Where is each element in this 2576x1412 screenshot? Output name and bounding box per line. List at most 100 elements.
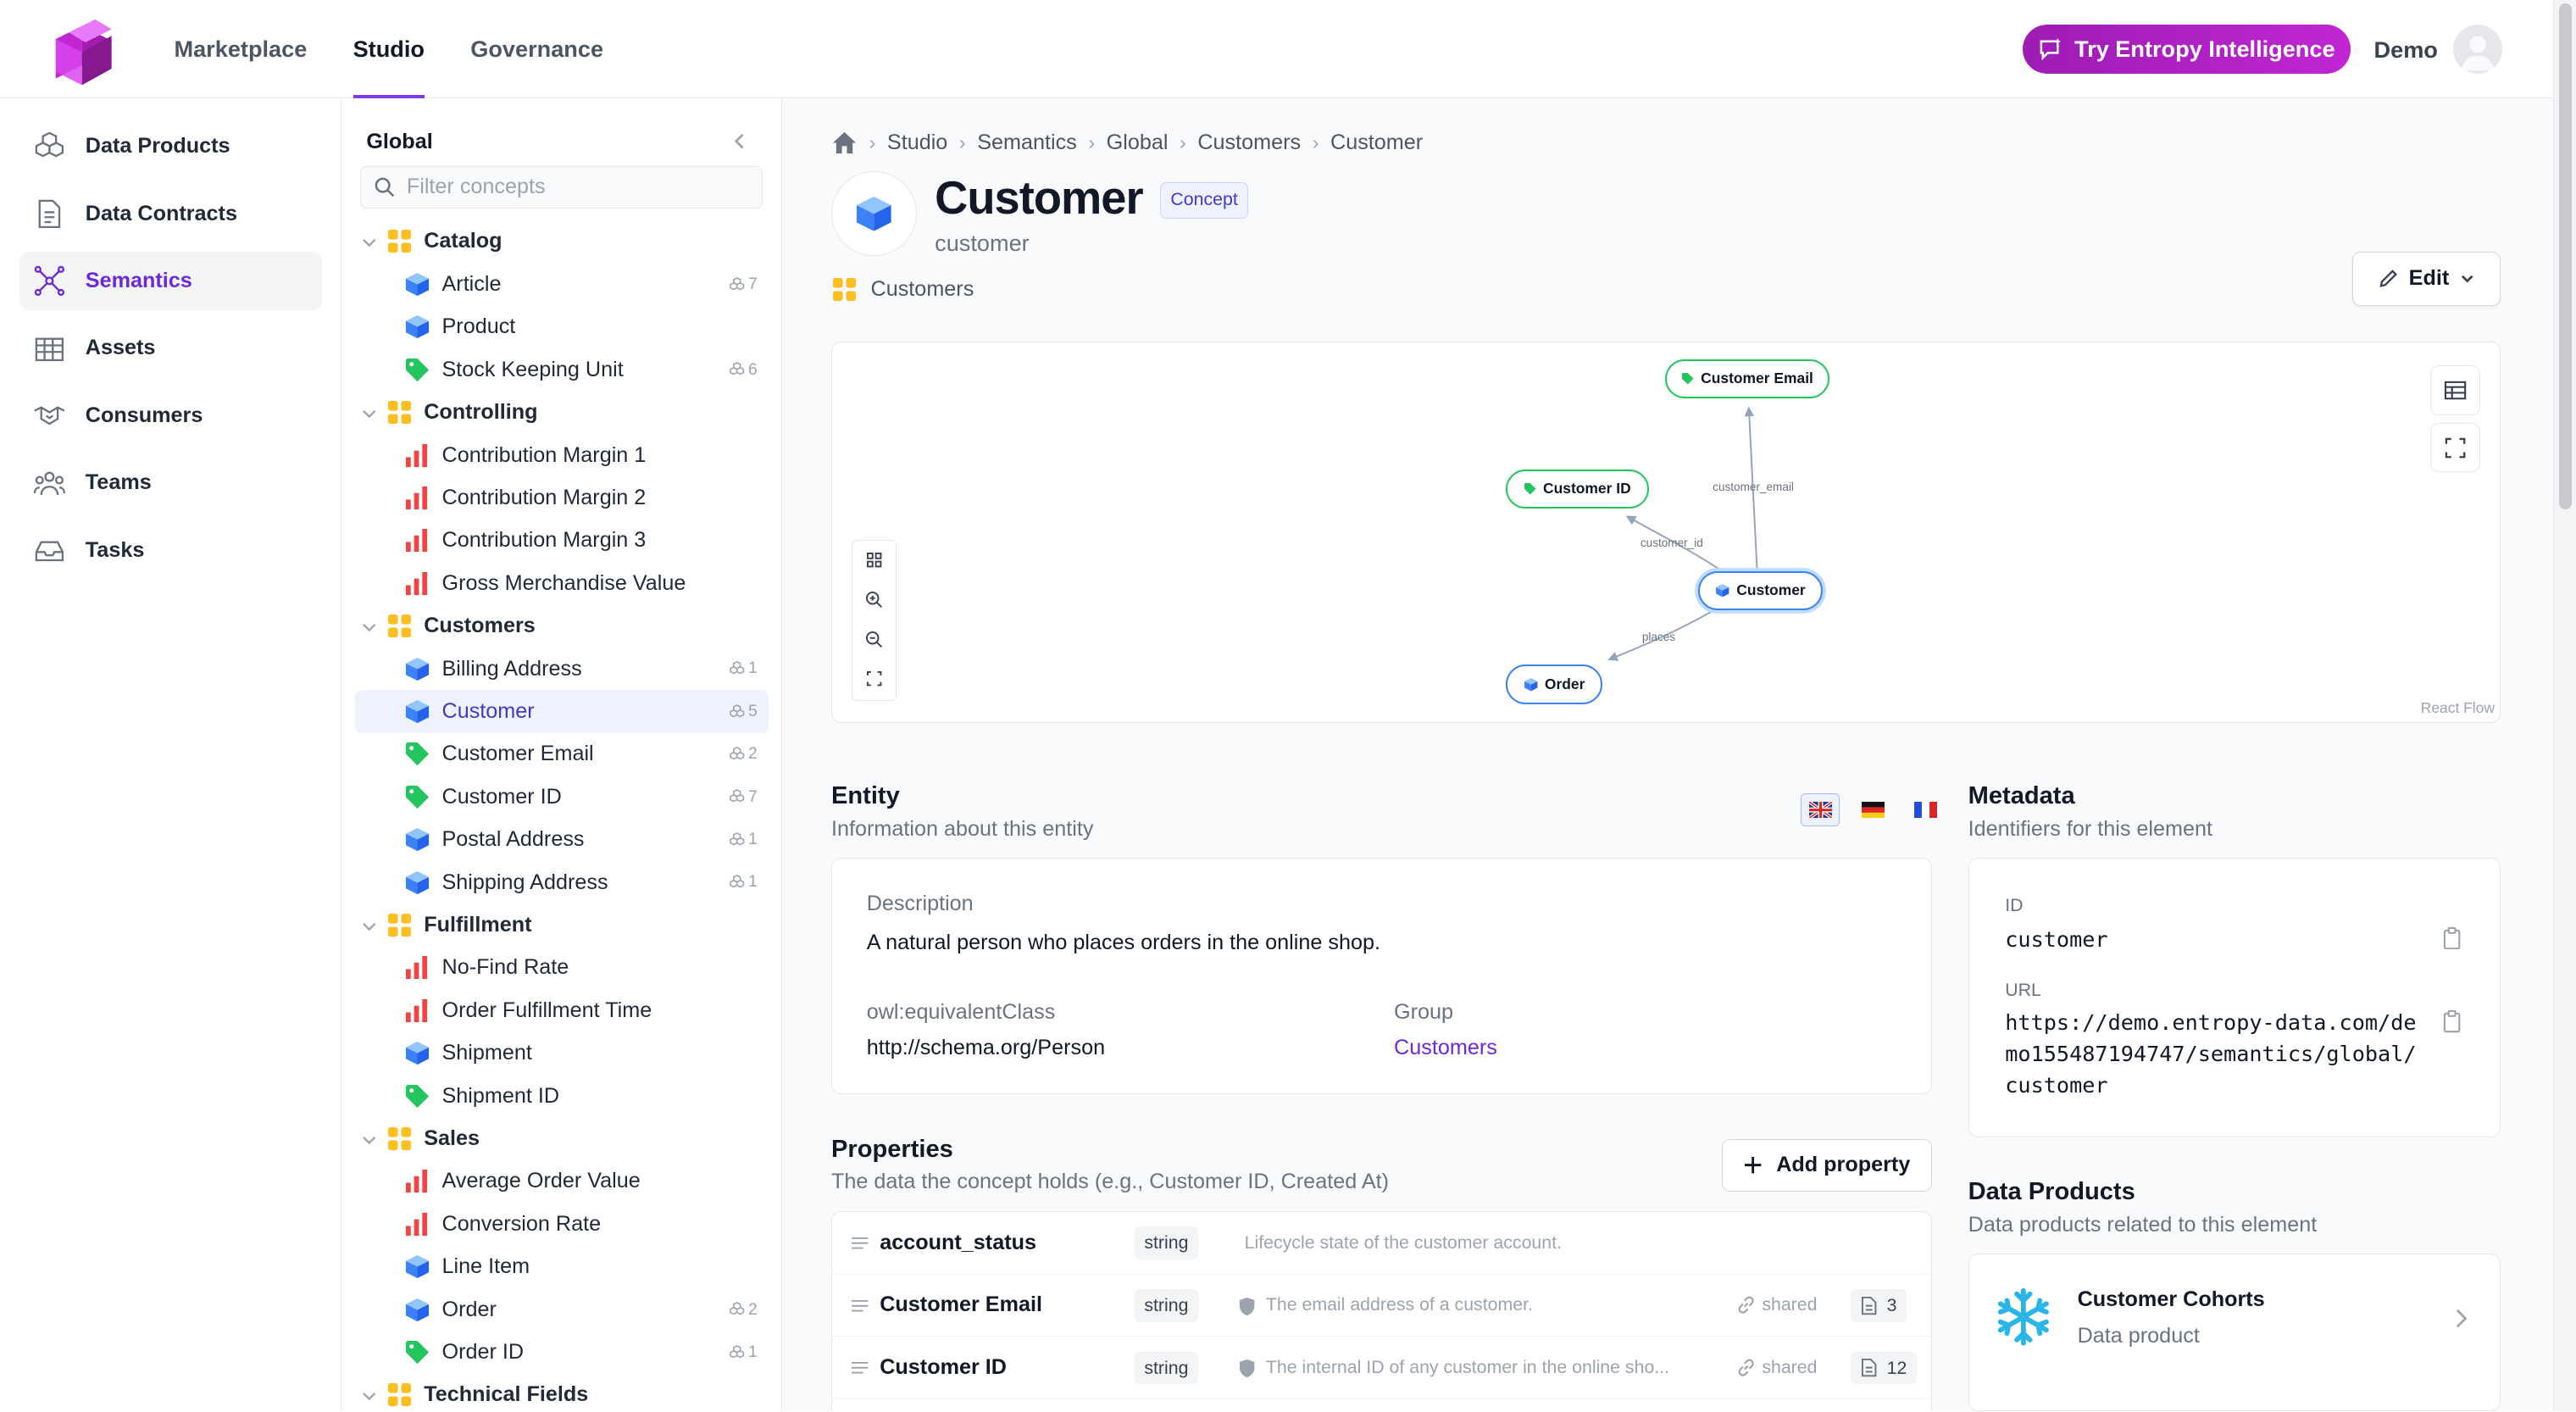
tree-item-shipment[interactable]: Shipment	[341, 1032, 782, 1075]
table-view-button[interactable]	[2430, 365, 2480, 415]
tab-governance[interactable]: Governance	[447, 0, 626, 98]
tree-item-contribution-margin-2[interactable]: Contribution Margin 2	[341, 476, 782, 519]
property-row[interactable]: Customer ID string The internal ID of an…	[832, 1337, 1931, 1399]
language-de-button[interactable]	[1853, 793, 1893, 826]
chevron-down-icon[interactable]	[362, 620, 376, 634]
tree-item-average-order-value[interactable]: Average Order Value	[341, 1160, 782, 1203]
drag-lines-icon[interactable]	[852, 1299, 869, 1313]
zoom-in-button[interactable]	[852, 580, 895, 620]
chevron-down-icon[interactable]	[362, 1388, 376, 1403]
tree-item-contribution-margin-3[interactable]: Contribution Margin 3	[341, 520, 782, 562]
fit-view-button[interactable]	[852, 659, 895, 698]
graph-node-customer[interactable]: Customer	[1697, 570, 1824, 611]
tree-item-conversion-rate[interactable]: Conversion Rate	[341, 1203, 782, 1245]
copy-icon[interactable]	[2442, 926, 2462, 949]
tree-item-shipment-id[interactable]: Shipment ID	[341, 1075, 782, 1117]
fullscreen-button[interactable]	[2430, 423, 2480, 473]
graph-node-order[interactable]: Order	[1505, 664, 1603, 704]
tree-group-fulfillment[interactable]: Fulfillment	[341, 903, 782, 946]
sidebar-item-data-products[interactable]: Data Products	[19, 117, 322, 176]
scrollbar-thumb[interactable]	[2558, 3, 2573, 510]
chevron-down-icon[interactable]	[362, 406, 376, 420]
equivalent-class-value[interactable]: http://schema.org/Person	[867, 1036, 1105, 1060]
sidebar-item-tasks[interactable]: Tasks	[19, 521, 322, 581]
sidebar-item-assets[interactable]: Assets	[19, 319, 322, 378]
tree-item-stock-keeping-unit[interactable]: Stock Keeping Unit 6	[341, 348, 782, 391]
graph-node-customer-id[interactable]: Customer ID	[1505, 469, 1649, 509]
copy-icon[interactable]	[2442, 1009, 2462, 1033]
zoom-out-button[interactable]	[852, 620, 895, 659]
filter-concepts-input[interactable]: Filter concepts	[359, 165, 763, 209]
attribute-tag-icon	[405, 358, 429, 381]
concept-graph[interactable]: Customer Email Customer ID Customer Orde…	[831, 342, 2501, 724]
try-entropy-intelligence-button[interactable]: Try Entropy Intelligence	[2022, 25, 2351, 75]
edit-button[interactable]: Edit	[2352, 251, 2501, 306]
edge-label: places	[1641, 630, 1676, 643]
language-fr-button[interactable]	[1906, 793, 1946, 826]
tree-group-sales[interactable]: Sales	[341, 1117, 782, 1159]
drag-lines-icon[interactable]	[852, 1237, 869, 1250]
language-en-button[interactable]	[1800, 793, 1840, 827]
tree-item-order-id[interactable]: Order ID 1	[341, 1331, 782, 1373]
language-switcher	[1800, 793, 1946, 827]
graph-edges	[1607, 406, 1758, 662]
tab-marketplace[interactable]: Marketplace	[151, 0, 330, 98]
fit-grid-button[interactable]	[852, 541, 895, 581]
tree-group-controlling[interactable]: Controlling	[341, 391, 782, 433]
tree-group-catalog[interactable]: Catalog	[341, 220, 782, 263]
sidebar-item-consumers[interactable]: Consumers	[19, 386, 322, 446]
top-bar: Marketplace Studio Governance Try Entrop…	[0, 0, 2553, 99]
entity-cube-icon	[405, 870, 429, 894]
sidebar-item-semantics[interactable]: Semantics	[19, 251, 322, 311]
add-property-button[interactable]: Add property	[1721, 1138, 1932, 1192]
tab-studio[interactable]: Studio	[330, 0, 447, 99]
property-row[interactable]: account_status string Lifecycle state of…	[832, 1212, 1931, 1275]
tree-item-customer-email[interactable]: Customer Email 2	[341, 733, 782, 775]
tree-group-technical-fields[interactable]: Technical Fields	[341, 1374, 782, 1412]
chevron-down-icon[interactable]	[362, 235, 376, 249]
group-tag[interactable]: Customers	[831, 276, 974, 303]
tree-item-gross-merchandise-value[interactable]: Gross Merchandise Value	[341, 562, 782, 604]
chevron-down-icon[interactable]	[362, 1132, 376, 1147]
data-product-card[interactable]: Customer Cohorts Data product	[1968, 1254, 2501, 1412]
react-flow-attribution[interactable]: React Flow	[2421, 699, 2495, 717]
home-icon[interactable]	[831, 130, 858, 156]
usage-count-badge[interactable]: 12	[1851, 1351, 1917, 1385]
tree-group-customers[interactable]: Customers	[341, 604, 782, 647]
cubes-icon	[729, 1344, 744, 1359]
attribute-tag-icon	[1681, 373, 1694, 385]
tree-item-contribution-margin-1[interactable]: Contribution Margin 1	[341, 434, 782, 476]
breadcrumb-customers[interactable]: Customers	[1197, 131, 1301, 155]
tree-item-order[interactable]: Order 2	[341, 1288, 782, 1331]
tree-item-label: Billing Address	[441, 656, 582, 681]
tree-item-postal-address[interactable]: Postal Address 1	[341, 818, 782, 860]
chevron-down-icon[interactable]	[362, 919, 376, 933]
tree-item-no-find-rate[interactable]: No-Find Rate	[341, 947, 782, 989]
group-link[interactable]: Customers	[1394, 1036, 1497, 1060]
user-name[interactable]: Demo	[2374, 36, 2438, 64]
tree-item-customer-id[interactable]: Customer ID 7	[341, 775, 782, 818]
property-row[interactable]: Customer Email string The email address …	[832, 1275, 1931, 1337]
breadcrumb-semantics[interactable]: Semantics	[977, 131, 1077, 155]
tree-item-line-item[interactable]: Line Item	[341, 1246, 782, 1288]
tree-item-article[interactable]: Article 7	[341, 263, 782, 305]
avatar[interactable]	[2452, 25, 2502, 75]
tree-item-shipping-address[interactable]: Shipping Address 1	[341, 861, 782, 903]
property-type: string	[1134, 1288, 1199, 1322]
breadcrumb-global[interactable]: Global	[1107, 131, 1169, 155]
uk-flag-icon	[1808, 802, 1832, 819]
page-scrollbar[interactable]	[2552, 0, 2576, 1412]
graph-node-customer-email[interactable]: Customer Email	[1664, 359, 1829, 399]
sidebar-item-teams[interactable]: Teams	[19, 453, 322, 513]
entropy-logo-icon[interactable]	[49, 16, 118, 86]
sidebar-item-data-contracts[interactable]: Data Contracts	[19, 184, 322, 243]
tree-item-order-fulfillment-time[interactable]: Order Fulfillment Time	[341, 989, 782, 1031]
drag-lines-icon[interactable]	[852, 1361, 869, 1375]
chevron-left-icon[interactable]	[730, 131, 749, 151]
usage-count-badge[interactable]: 3	[1851, 1288, 1907, 1322]
tree-item-customer[interactable]: Customer 5	[354, 690, 769, 733]
tree-item-billing-address[interactable]: Billing Address 1	[341, 648, 782, 690]
breadcrumb-studio[interactable]: Studio	[887, 131, 947, 155]
table-icon	[2444, 381, 2467, 400]
tree-item-product[interactable]: Product	[341, 306, 782, 348]
